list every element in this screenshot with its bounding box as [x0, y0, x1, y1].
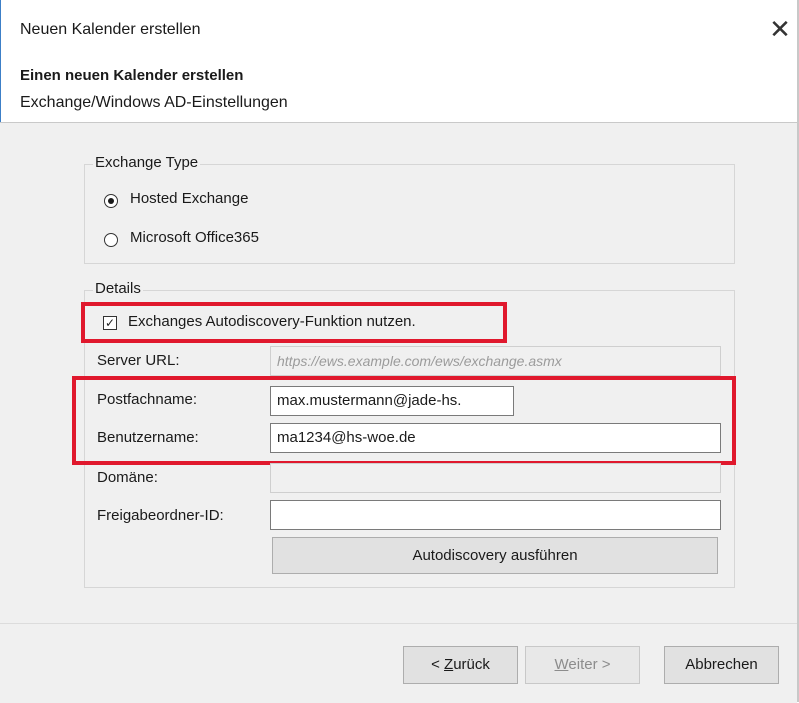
exchange-type-group: [84, 164, 735, 264]
domaene-label: Domäne:: [97, 469, 158, 486]
page-title: Einen neuen Kalender erstellen: [20, 67, 244, 84]
freigabeordner-label: Freigabeordner-ID:: [97, 507, 224, 524]
next-button[interactable]: Weiter >: [525, 646, 640, 684]
highlight-credentials: [72, 376, 736, 465]
back-button-rest: urück: [453, 656, 490, 673]
radio-label-office365: Microsoft Office365: [130, 229, 259, 246]
server-url-label: Server URL:: [97, 352, 180, 369]
radio-office365[interactable]: [104, 233, 118, 247]
domaene-input[interactable]: [270, 463, 721, 493]
radio-hosted-exchange[interactable]: [104, 194, 118, 208]
freigabeordner-input[interactable]: [270, 500, 721, 530]
details-label: Details: [93, 280, 143, 297]
close-icon[interactable]: ✕: [766, 13, 794, 45]
server-url-input[interactable]: https://ews.example.com/ews/exchange.asm…: [270, 346, 721, 376]
window-title: Neuen Kalender erstellen: [20, 21, 201, 38]
back-button[interactable]: < Zurück: [403, 646, 518, 684]
autodiscovery-run-button[interactable]: Autodiscovery ausführen: [272, 537, 718, 574]
next-button-rest: eiter >: [568, 656, 611, 673]
back-button-mnemonic: Z: [444, 656, 454, 673]
back-button-prefix: <: [431, 656, 445, 673]
next-button-mnemonic: W: [554, 656, 569, 673]
exchange-type-label: Exchange Type: [93, 154, 201, 171]
highlight-autodiscovery: [81, 302, 507, 343]
radio-selected-dot: [108, 198, 114, 204]
page-subtitle: Exchange/Windows AD-Einstellungen: [20, 94, 288, 111]
radio-label-hosted-exchange: Hosted Exchange: [130, 190, 249, 207]
cancel-button[interactable]: Abbrechen: [664, 646, 779, 684]
